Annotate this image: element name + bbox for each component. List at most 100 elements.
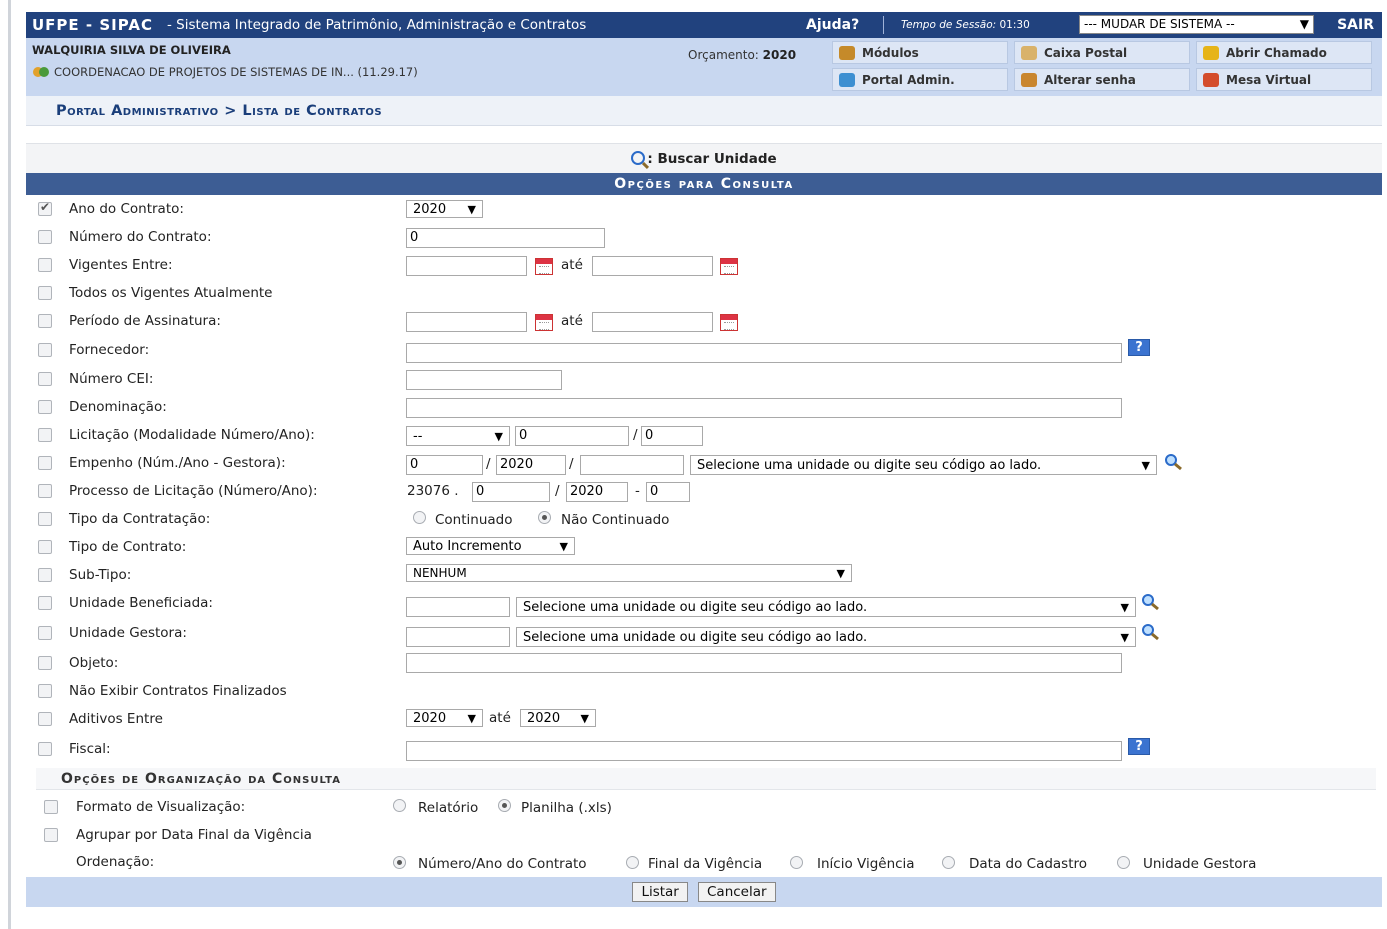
ord-cadastro-radio[interactable] [942, 856, 955, 869]
row-processo: Processo de Licitação (Número/Ano): 2307… [26, 477, 1382, 505]
help-icon[interactable]: ? [1128, 339, 1150, 356]
ord-inicio-radio[interactable] [790, 856, 803, 869]
empenho-gestora-input[interactable] [580, 455, 684, 475]
planilha-label: Planilha (.xls) [521, 800, 612, 816]
ord-gestora-radio[interactable] [1117, 856, 1130, 869]
denominacao-checkbox[interactable] [38, 400, 52, 414]
fornecedor-input[interactable] [406, 343, 1122, 363]
calendar-icon[interactable] [535, 258, 553, 275]
objeto-checkbox[interactable] [38, 656, 52, 670]
subtipo-checkbox[interactable] [38, 568, 52, 582]
licitacao-ano-input[interactable]: 0 [641, 426, 703, 446]
aditivos-start-select[interactable]: 2020 ▼ [406, 709, 483, 727]
periodo-checkbox[interactable] [38, 314, 52, 328]
planilha-radio[interactable] [498, 799, 511, 812]
row-numero: Número do Contrato: 0 [26, 223, 1382, 251]
processo-ano-input[interactable]: 2020 [566, 482, 628, 502]
agrupar-checkbox[interactable] [44, 828, 58, 842]
processo-checkbox[interactable] [38, 484, 52, 498]
continuado-radio[interactable] [413, 511, 426, 524]
search-unit-link[interactable]: : Buscar Unidade [647, 151, 776, 167]
form-footer: Listar Cancelar [26, 877, 1382, 907]
gestora-unit-select[interactable]: Selecione uma unidade ou digite seu códi… [516, 627, 1136, 647]
user-unit[interactable]: COORDENACAO DE PROJETOS DE SISTEMAS DE I… [32, 65, 418, 79]
mailbox-button[interactable]: Caixa Postal [1014, 41, 1190, 64]
ano-checkbox[interactable] [38, 200, 52, 216]
calendar-icon[interactable] [535, 314, 553, 331]
gestora-label: Unidade Gestora: [69, 625, 187, 641]
fornecedor-checkbox[interactable] [38, 343, 52, 357]
processo-dv-input[interactable]: 0 [646, 482, 690, 502]
formato-checkbox[interactable] [44, 800, 58, 814]
nao-exibir-checkbox[interactable] [38, 684, 52, 698]
aditivos-end-select[interactable]: 2020 ▼ [520, 709, 596, 727]
admin-portal-button[interactable]: Portal Admin. [832, 68, 1008, 91]
fiscal-input[interactable] [406, 741, 1122, 761]
list-button[interactable]: Listar [632, 882, 688, 902]
vigentes-checkbox[interactable] [38, 258, 52, 272]
chevron-down-icon: ▼ [1299, 17, 1309, 31]
ano-select[interactable]: 2020 ▼ [406, 200, 483, 218]
ord-final-radio[interactable] [626, 856, 639, 869]
licitacao-numero-input[interactable]: 0 [515, 426, 629, 446]
todos-checkbox[interactable] [38, 286, 52, 300]
virtual-desk-button[interactable]: Mesa Virtual [1196, 68, 1372, 91]
denominacao-input[interactable] [406, 398, 1122, 418]
cei-checkbox[interactable] [38, 372, 52, 386]
portal-icon [839, 72, 855, 87]
search-icon[interactable] [1141, 593, 1161, 611]
change-password-button[interactable]: Alterar senha [1014, 68, 1190, 91]
row-licitacao: Licitação (Modalidade Número/Ano): -- ▼ 0… [26, 421, 1382, 449]
cancel-button[interactable]: Cancelar [698, 882, 776, 902]
periodo-end-input[interactable] [592, 312, 713, 332]
beneficiada-checkbox[interactable] [38, 596, 52, 610]
beneficiada-code-input[interactable] [406, 597, 510, 617]
calendar-icon[interactable] [720, 314, 738, 331]
numero-checkbox[interactable] [38, 230, 52, 244]
numero-input[interactable]: 0 [406, 228, 605, 248]
ate-label: até [561, 313, 583, 329]
tipo-contratacao-checkbox[interactable] [38, 512, 52, 526]
ord-numero-radio[interactable] [393, 856, 406, 869]
nao-continuado-radio[interactable] [538, 511, 551, 524]
search-icon[interactable] [1141, 623, 1161, 641]
empenho-num-input[interactable]: 0 [406, 455, 483, 475]
vigentes-end-input[interactable] [592, 256, 713, 276]
relatorio-radio[interactable] [393, 799, 406, 812]
key-icon [1021, 72, 1037, 87]
empenho-checkbox[interactable] [38, 456, 52, 470]
system-select[interactable]: --- MUDAR DE SISTEMA -- ▼ [1079, 15, 1314, 34]
agrupar-label: Agrupar por Data Final da Vigência [76, 827, 312, 843]
tipo-contrato-select[interactable]: Auto Incremento ▼ [406, 537, 575, 555]
tipo-contrato-checkbox[interactable] [38, 540, 52, 554]
todos-label: Todos os Vigentes Atualmente [69, 285, 273, 301]
help-icon[interactable]: ? [1128, 738, 1150, 755]
cei-input[interactable] [406, 370, 562, 390]
licitacao-checkbox[interactable] [38, 428, 52, 442]
periodo-start-input[interactable] [406, 312, 527, 332]
help-link[interactable]: Ajuda? [806, 17, 859, 33]
filter-form: Ano do Contrato: 2020▼ Número do Contrat… [26, 195, 1382, 907]
gestora-code-input[interactable] [406, 627, 510, 647]
search-icon[interactable] [1164, 453, 1184, 471]
page: UFPE - SIPAC - Sistema Integrado de Patr… [26, 12, 1382, 907]
row-tipo-contrato: Tipo de Contrato: Auto Incremento ▼ [26, 533, 1382, 561]
search-unit-row[interactable]: : Buscar Unidade [26, 143, 1382, 173]
exit-link[interactable]: SAIR [1337, 17, 1374, 33]
gestora-checkbox[interactable] [38, 626, 52, 640]
processo-num-input[interactable]: 0 [472, 482, 550, 502]
vigentes-start-input[interactable] [406, 256, 527, 276]
chevron-down-icon: ▼ [494, 429, 503, 443]
empenho-ano-input[interactable]: 2020 [496, 455, 566, 475]
fiscal-checkbox[interactable] [38, 742, 52, 756]
aditivos-checkbox[interactable] [38, 712, 52, 726]
objeto-input[interactable] [406, 653, 1122, 673]
licitacao-modalidade-select[interactable]: -- ▼ [406, 426, 510, 446]
subtipo-select[interactable]: NENHUM ▼ [406, 564, 852, 582]
calendar-icon[interactable] [720, 258, 738, 275]
processo-prefix: 23076 . [407, 483, 459, 499]
empenho-unit-select[interactable]: Selecione uma unidade ou digite seu códi… [690, 455, 1157, 475]
modules-button[interactable]: Módulos [832, 41, 1008, 64]
open-ticket-button[interactable]: Abrir Chamado [1196, 41, 1372, 64]
beneficiada-unit-select[interactable]: Selecione uma unidade ou digite seu códi… [516, 597, 1136, 617]
